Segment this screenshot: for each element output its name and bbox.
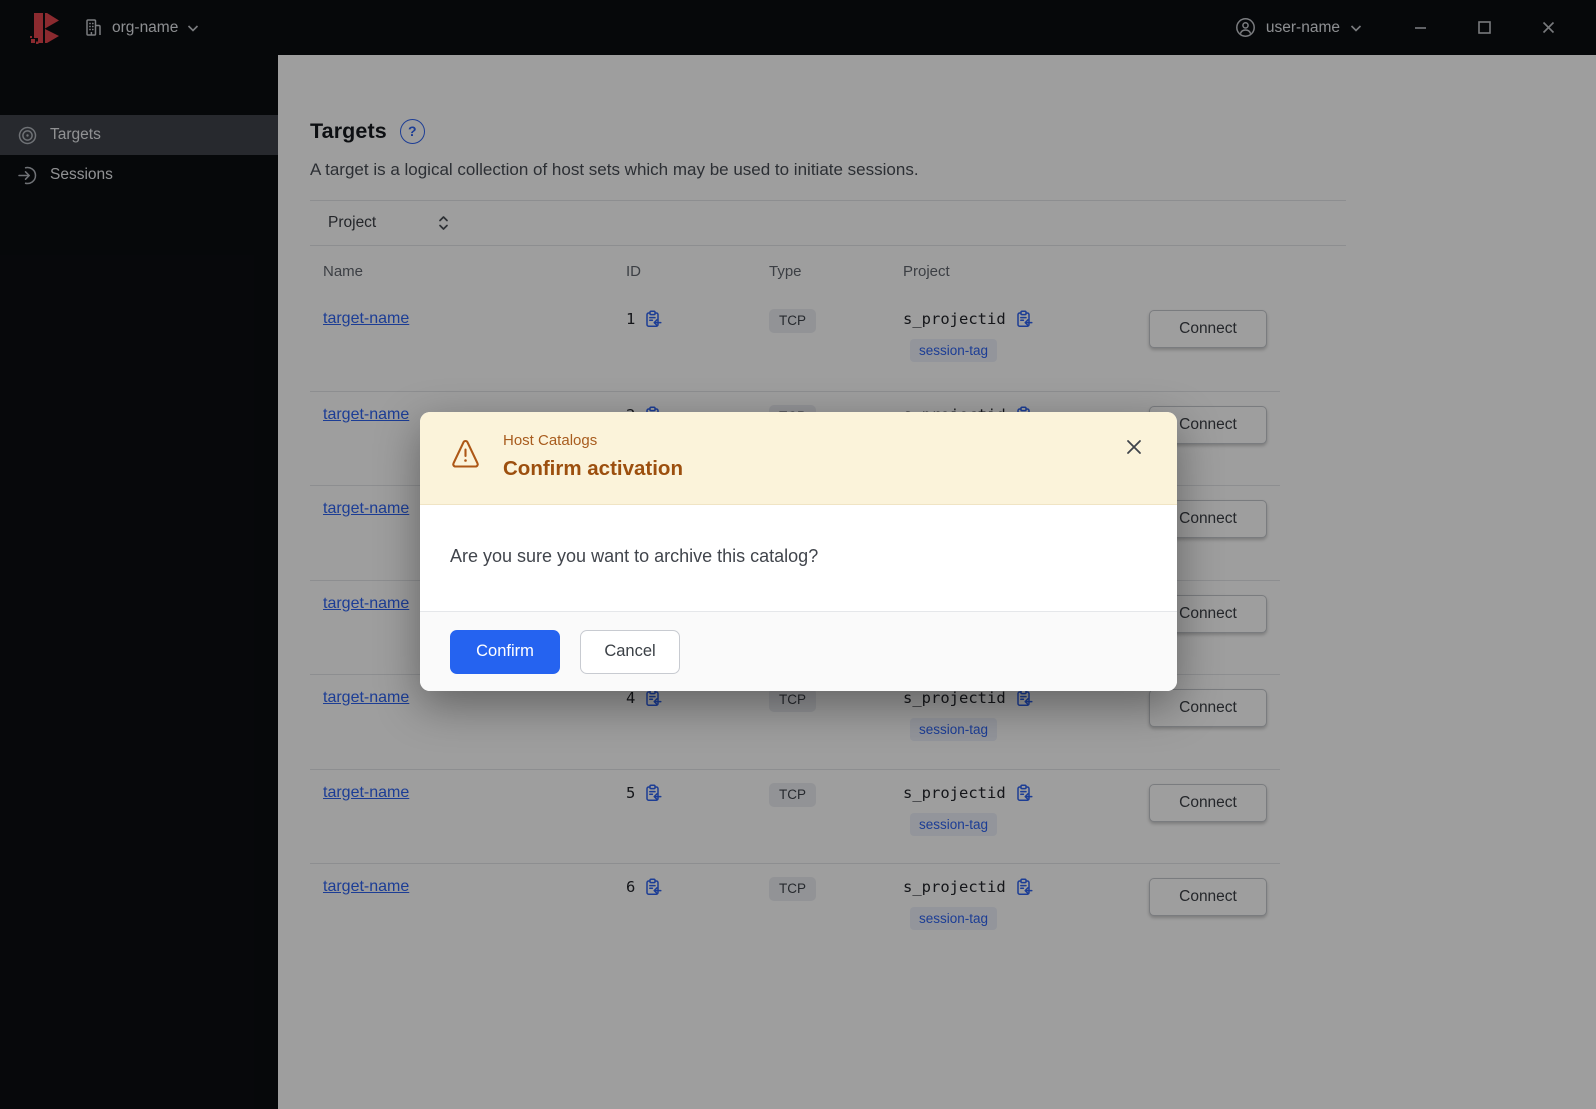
dialog-kicker: Host Catalogs xyxy=(503,432,598,449)
warning-triangle-icon xyxy=(452,439,479,468)
confirm-dialog: Host Catalogs Confirm activation Are you… xyxy=(420,412,1177,691)
dialog-footer: Confirm Cancel xyxy=(420,611,1177,691)
dialog-title: Confirm activation xyxy=(503,457,683,480)
close-icon xyxy=(1127,440,1141,454)
confirm-button[interactable]: Confirm xyxy=(450,629,560,674)
close-dialog-button[interactable] xyxy=(1123,436,1145,458)
dialog-header: Host Catalogs Confirm activation xyxy=(420,412,1177,505)
dialog-message: Are you sure you want to archive this ca… xyxy=(420,505,1177,611)
cancel-button[interactable]: Cancel xyxy=(580,629,680,674)
